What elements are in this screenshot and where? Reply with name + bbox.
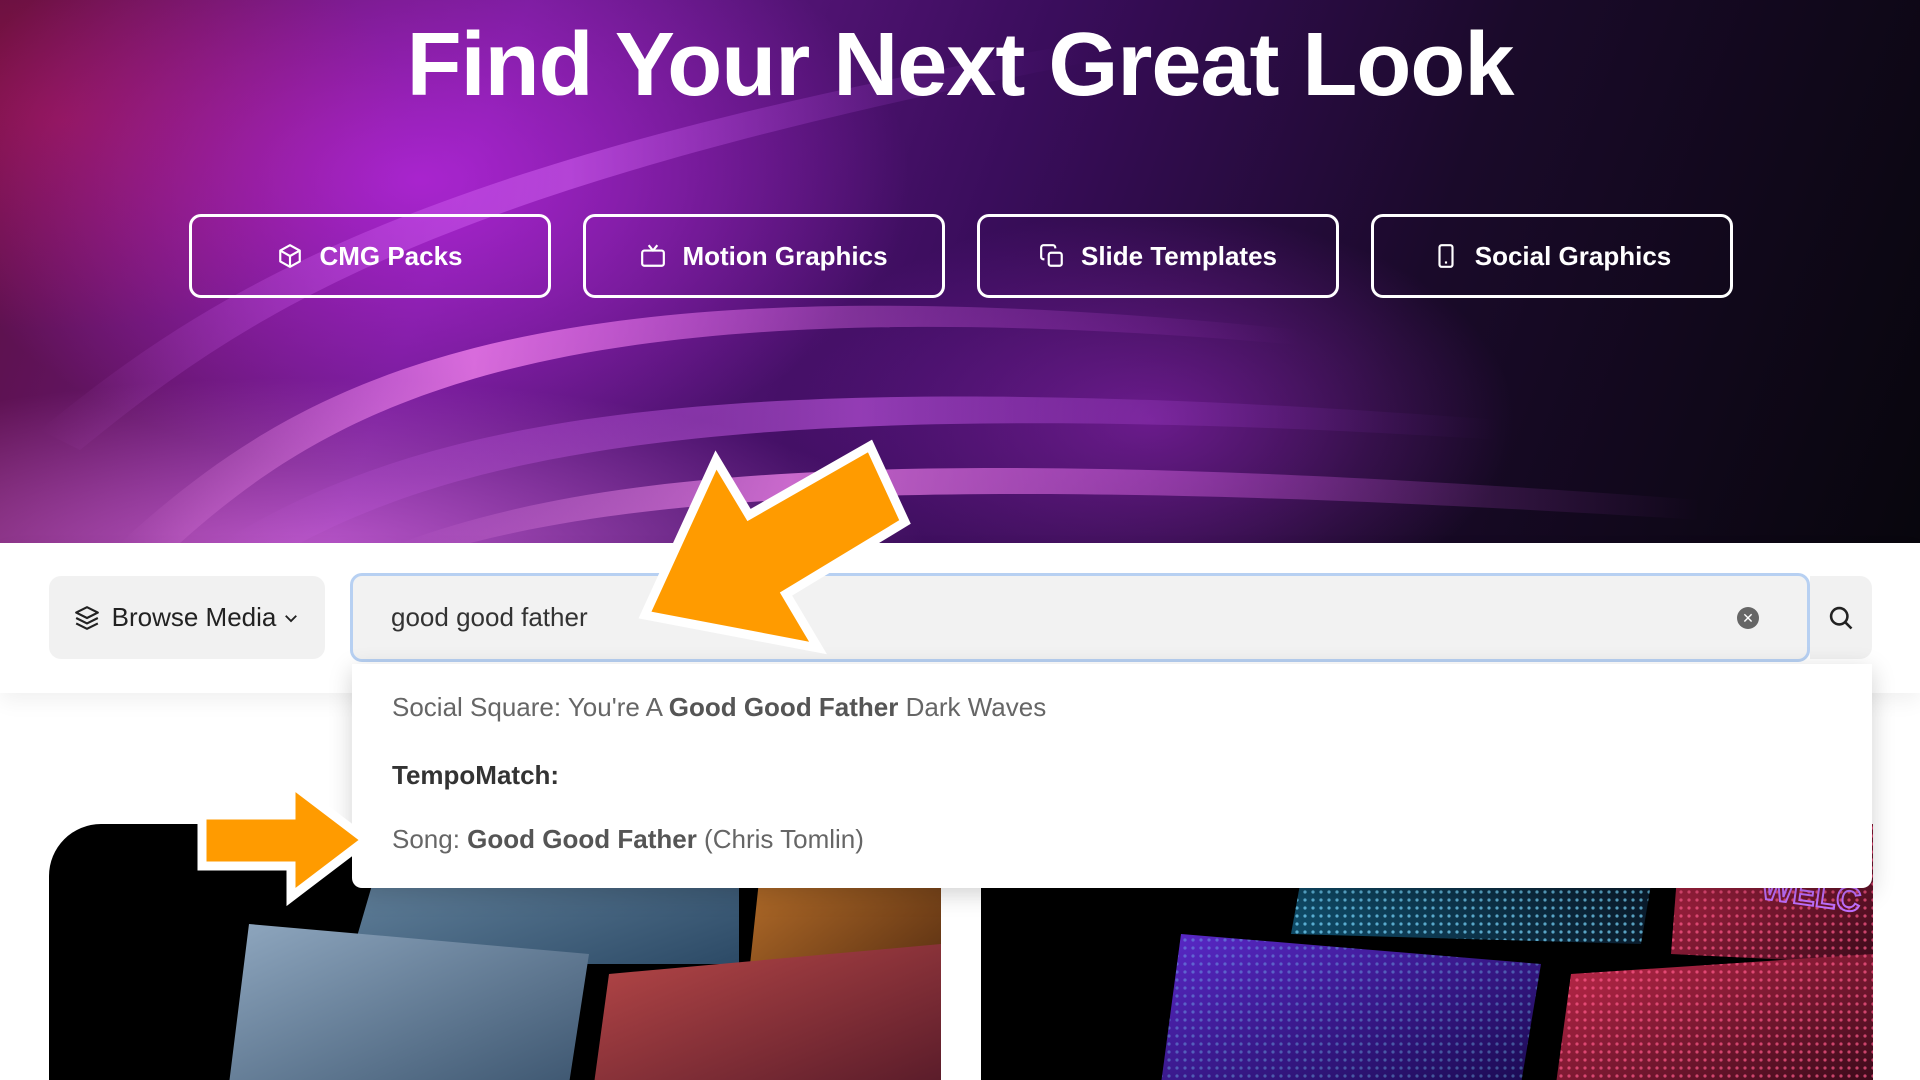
clear-icon[interactable]: ✕ (1737, 607, 1759, 629)
suggestion-group-heading: TempoMatch: (392, 760, 560, 790)
slide-templates-button[interactable]: Slide Templates (977, 214, 1339, 298)
cmg-packs-label: CMG Packs (319, 240, 463, 271)
search-submit-button[interactable] (1810, 576, 1872, 659)
suggestion-match: Good Good Father (668, 692, 899, 722)
phone-icon (1438, 244, 1454, 268)
search-input[interactable] (391, 602, 1691, 633)
search-field[interactable]: ✕ (350, 573, 1810, 662)
tv-icon (641, 244, 666, 267)
motion-graphics-label: Motion Graphics (682, 240, 888, 271)
suggestion-prefix: Song: (392, 824, 468, 854)
social-graphics-label: Social Graphics (1474, 240, 1672, 271)
motion-graphics-button[interactable]: Motion Graphics (583, 214, 945, 298)
search-suggestions-dropdown: Social Square: You're A Good Good Father… (352, 664, 1872, 888)
package-icon (279, 244, 302, 268)
suggestion-item-song[interactable]: Song: Good Good Father (Chris Tomlin) (392, 824, 864, 855)
suggestion-suffix: Dark Waves (898, 692, 1047, 722)
browse-media-label: Browse Media (111, 602, 277, 632)
suggestion-match: Good Good Father (467, 824, 697, 854)
hero-banner: Find Your Next Great Look CMG Packs Moti… (0, 0, 1920, 543)
layers-icon (74, 605, 99, 630)
browse-media-dropdown[interactable]: Browse Media (49, 576, 325, 659)
search-icon (1829, 606, 1853, 629)
suggestion-prefix: Social Square: You're A (392, 692, 669, 722)
chevron-down-icon (285, 614, 298, 622)
copy-icon (1040, 244, 1063, 267)
page-title: Find Your Next Great Look (406, 15, 1515, 115)
suggestion-suffix: (Chris Tomlin) (696, 824, 864, 854)
slide-templates-label: Slide Templates (1080, 240, 1278, 271)
suggestion-item-social-square[interactable]: Social Square: You're A Good Good Father… (392, 692, 1046, 723)
social-graphics-button[interactable]: Social Graphics (1371, 214, 1733, 298)
cmg-packs-button[interactable]: CMG Packs (189, 214, 551, 298)
